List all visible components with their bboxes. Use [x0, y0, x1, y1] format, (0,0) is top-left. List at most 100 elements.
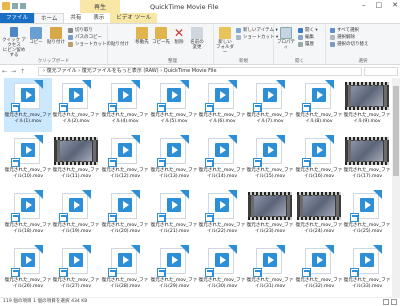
move-to-button[interactable]: 移動先 [134, 27, 150, 45]
open-button[interactable]: 開く ▾ [298, 27, 318, 33]
movie-file-icon [11, 245, 43, 277]
close-button[interactable]: ✕ [392, 1, 398, 9]
copy-button[interactable]: コピー [28, 27, 44, 45]
file-item[interactable]: 復元された_mov_ファイル(30).mov [198, 243, 246, 297]
file-item[interactable]: 復元された_mov_ファイル(15).mov [246, 133, 294, 187]
file-item[interactable]: 復元された_mov_ファイル(26).mov [4, 243, 52, 297]
play-icon [21, 253, 35, 267]
video-thumbnail [297, 192, 341, 220]
copy-path-button[interactable]: パスのコピー [68, 34, 102, 40]
vertical-scrollbar[interactable] [392, 78, 400, 297]
large-icons-view-icon[interactable] [391, 299, 397, 305]
pin-quick-access-button[interactable]: クイック アクセス にピン留めする [2, 27, 26, 58]
delete-button[interactable]: ✕ 削除 [172, 27, 186, 45]
file-item[interactable]: 復元された_mov_ファイル(18).mov [4, 188, 52, 242]
file-item[interactable]: 復元された_mov_ファイル(1).mov [4, 78, 52, 132]
file-item[interactable]: 復元された_mov_ファイル(21).mov [150, 188, 198, 242]
file-name: 復元された_mov_ファイル(31).mov [246, 278, 294, 289]
tab-view[interactable]: 表示 [87, 13, 110, 23]
file-item[interactable]: 復元された_mov_ファイル(17).mov [343, 133, 391, 187]
new-item-button[interactable]: 新しいアイテム ▾ [236, 27, 278, 33]
tab-home[interactable]: ホーム [34, 13, 65, 23]
details-view-icon[interactable] [383, 299, 389, 305]
file-name: 復元された_mov_ファイル(19).mov [52, 223, 100, 234]
invert-selection-button[interactable]: 選択の切り替え [330, 41, 369, 47]
file-name: 復元された_mov_ファイル(16).mov [295, 168, 343, 179]
copy-folder-icon [155, 27, 167, 39]
file-item[interactable]: 復元された_mov_ファイル(33).mov [343, 243, 391, 297]
properties-icon[interactable] [12, 3, 18, 9]
file-item[interactable]: 復元された_mov_ファイル(16).mov [295, 133, 343, 187]
movie-file-icon [11, 80, 43, 112]
address-bar[interactable]: › 復元ファイル › 復元ファイルをもっと表示 (RAW) › QuickTim… [38, 67, 362, 76]
minimize-button[interactable]: – [362, 1, 366, 9]
file-item[interactable]: 復元された_mov_ファイル(14).mov [198, 133, 246, 187]
new-folder-icon[interactable] [20, 3, 26, 9]
rename-button[interactable]: 名前の 変更 [188, 27, 206, 50]
shortcut-arrow-icon [108, 103, 117, 112]
corner-icon [131, 135, 140, 144]
movie-file-icon [157, 190, 189, 222]
cut-button[interactable]: 切り取り [68, 27, 93, 33]
movie-file-icon [253, 135, 285, 167]
file-item[interactable]: 復元された_mov_ファイル(12).mov [101, 133, 149, 187]
file-item[interactable]: 復元された_mov_ファイル(10).mov [4, 133, 52, 187]
back-button[interactable]: ← [0, 68, 9, 75]
play-icon [118, 253, 132, 267]
tab-video-tools[interactable]: ビデオ ツール [110, 13, 158, 23]
paste-shortcut-button[interactable]: ショートカットの貼り付け [68, 41, 129, 47]
file-item[interactable]: 復元された_mov_ファイル(22).mov [198, 188, 246, 242]
paste-button[interactable]: 貼り付け [46, 27, 66, 45]
file-name: 復元された_mov_ファイル(12).mov [101, 168, 149, 179]
copy-to-button[interactable]: コピー先 [152, 27, 170, 45]
play-icon [215, 88, 229, 102]
tab-share[interactable]: 共有 [64, 13, 87, 23]
select-none-icon [330, 34, 335, 40]
search-input[interactable] [364, 67, 398, 76]
history-button[interactable]: 履歴 [298, 41, 314, 47]
up-button[interactable]: ↑ [18, 68, 27, 75]
select-none-button[interactable]: 選択解除 [330, 34, 355, 40]
file-item[interactable]: 復元された_mov_ファイル(13).mov [150, 133, 198, 187]
file-item[interactable]: 復元された_mov_ファイル(25).mov [343, 188, 391, 242]
file-item[interactable]: 復元された_mov_ファイル(24).mov [295, 188, 343, 242]
tab-file[interactable]: ファイル [0, 13, 35, 23]
shortcut-icon [68, 41, 73, 47]
easy-access-button[interactable]: ショートカット ▾ [236, 34, 278, 40]
file-item[interactable]: 復元された_mov_ファイル(31).mov [246, 243, 294, 297]
properties-button[interactable]: プロパティ [276, 27, 296, 50]
file-item[interactable]: 復元された_mov_ファイル(28).mov [101, 243, 149, 297]
file-item[interactable]: 復元された_mov_ファイル(20).mov [101, 188, 149, 242]
file-item[interactable]: 復元された_mov_ファイル(27).mov [52, 243, 100, 297]
new-folder-button[interactable]: 新しい フォルダー [216, 27, 234, 55]
file-item[interactable]: 復元された_mov_ファイル(4).mov [101, 78, 149, 132]
file-item[interactable]: 復元された_mov_ファイル(2).mov [52, 78, 100, 132]
shortcut-arrow-icon [59, 103, 68, 112]
new-folder-icon [219, 27, 231, 39]
group-label: クリップボード [37, 59, 70, 64]
scrollbar-thumb[interactable] [393, 86, 399, 176]
play-icon [312, 253, 326, 267]
file-item[interactable]: 復元された_mov_ファイル(29).mov [150, 243, 198, 297]
group-select: すべて選択 選択解除 選択の切り替え 選択 [326, 25, 400, 64]
file-item[interactable]: 復元された_mov_ファイル(6).mov [198, 78, 246, 132]
forward-button[interactable]: → [9, 68, 18, 75]
context-tab-header: 再生 [80, 0, 120, 13]
edit-button[interactable]: 編集 [298, 34, 314, 40]
ribbon-tabs: ファイル ホーム 共有 表示 ビデオ ツール [0, 13, 400, 24]
file-item[interactable]: 復元された_mov_ファイル(19).mov [52, 188, 100, 242]
file-item[interactable]: 復元された_mov_ファイル(11).mov [52, 133, 100, 187]
movie-file-icon [157, 80, 189, 112]
file-item[interactable]: 復元された_mov_ファイル(32).mov [295, 243, 343, 297]
file-item[interactable]: 復元された_mov_ファイル(7).mov [246, 78, 294, 132]
file-item[interactable]: 復元された_mov_ファイル(23).mov [246, 188, 294, 242]
corner-icon [34, 190, 43, 199]
file-item[interactable]: 復元された_mov_ファイル(8).mov [295, 78, 343, 132]
maximize-button[interactable]: □ [376, 1, 383, 9]
play-icon [167, 253, 181, 267]
file-item[interactable]: 復元された_mov_ファイル(9).mov [343, 78, 391, 132]
movie-file-icon [108, 190, 140, 222]
status-bar: 119 個の項目 1 個の項目を選択 434 KB [0, 297, 400, 306]
file-item[interactable]: 復元された_mov_ファイル(5).mov [150, 78, 198, 132]
select-all-button[interactable]: すべて選択 [330, 27, 359, 33]
